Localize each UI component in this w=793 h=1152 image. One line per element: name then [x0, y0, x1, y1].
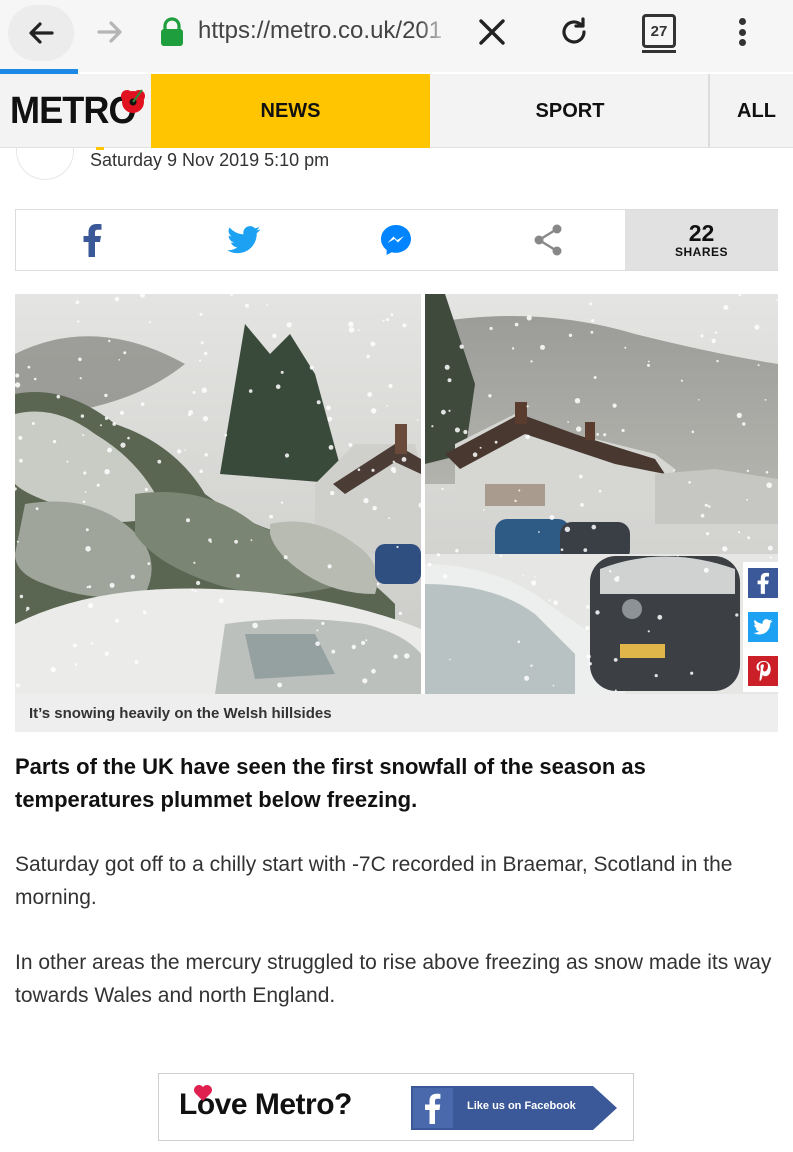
overflow-menu-icon[interactable]: [728, 14, 756, 50]
love-metro-banner[interactable]: Love Metro? Like us on Facebook: [158, 1073, 634, 1141]
address-bar[interactable]: https://metro.co.uk/201: [198, 17, 450, 51]
share-icon: [534, 224, 562, 256]
logo-text: METRO: [10, 89, 137, 132]
article-image[interactable]: [15, 294, 778, 694]
facebook-like-button[interactable]: Like us on Facebook: [411, 1086, 617, 1130]
browser-toolbar: https://metro.co.uk/201 27: [0, 0, 793, 72]
share-more-button[interactable]: [472, 210, 624, 270]
reload-icon[interactable]: [556, 14, 592, 50]
share-twitter-button[interactable]: [168, 210, 320, 270]
back-button[interactable]: [8, 5, 74, 61]
twitter-icon: [753, 619, 773, 635]
close-icon[interactable]: [474, 14, 510, 50]
article-date: Saturday 9 Nov 2019 5:10 pm: [90, 150, 330, 170]
site-nav: METRO NEWS SPORT ALL: [0, 74, 793, 148]
messenger-icon: [381, 225, 411, 255]
image-caption: It’s snowing heavily on the Welsh hillsi…: [15, 694, 778, 732]
facebook-icon: [83, 224, 102, 257]
nav-tab-sport[interactable]: SPORT: [432, 74, 710, 148]
arrow-left-icon: [29, 22, 54, 44]
snowflakes-overlay: [15, 294, 778, 692]
share-bar: 22 SHARES: [15, 209, 778, 271]
share-count: 22 SHARES: [625, 210, 778, 270]
article-lede: Parts of the UK have seen the first snow…: [15, 754, 646, 812]
share-count-number: 22: [688, 220, 715, 246]
heart-icon: [194, 1085, 212, 1101]
nav-tab-news[interactable]: NEWS: [151, 74, 430, 148]
share-messenger-button[interactable]: [320, 210, 472, 270]
arrow-right-icon: [97, 21, 122, 43]
facebook-icon: [757, 572, 770, 594]
float-share-pinterest-button[interactable]: [748, 656, 778, 686]
twitter-icon: [227, 226, 261, 254]
nav-tab-all[interactable]: ALL: [712, 74, 793, 148]
tab-switcher-button[interactable]: 27: [642, 14, 676, 53]
share-facebook-button[interactable]: [16, 210, 168, 270]
article-paragraph: Saturday got off to a chilly start with …: [15, 853, 733, 909]
pinterest-icon: [756, 661, 771, 682]
article-paragraph: In other areas the mercury struggled to …: [15, 951, 772, 1007]
floating-share-bar: [743, 562, 783, 692]
author-avatar[interactable]: [16, 148, 74, 180]
float-share-twitter-button[interactable]: [748, 612, 778, 642]
poppy-icon: [121, 89, 145, 113]
facebook-like-label: Like us on Facebook: [467, 1100, 576, 1112]
lock-icon: [161, 17, 183, 46]
share-count-label: SHARES: [674, 245, 728, 259]
forward-button[interactable]: [92, 14, 128, 50]
float-share-facebook-button[interactable]: [748, 568, 778, 598]
